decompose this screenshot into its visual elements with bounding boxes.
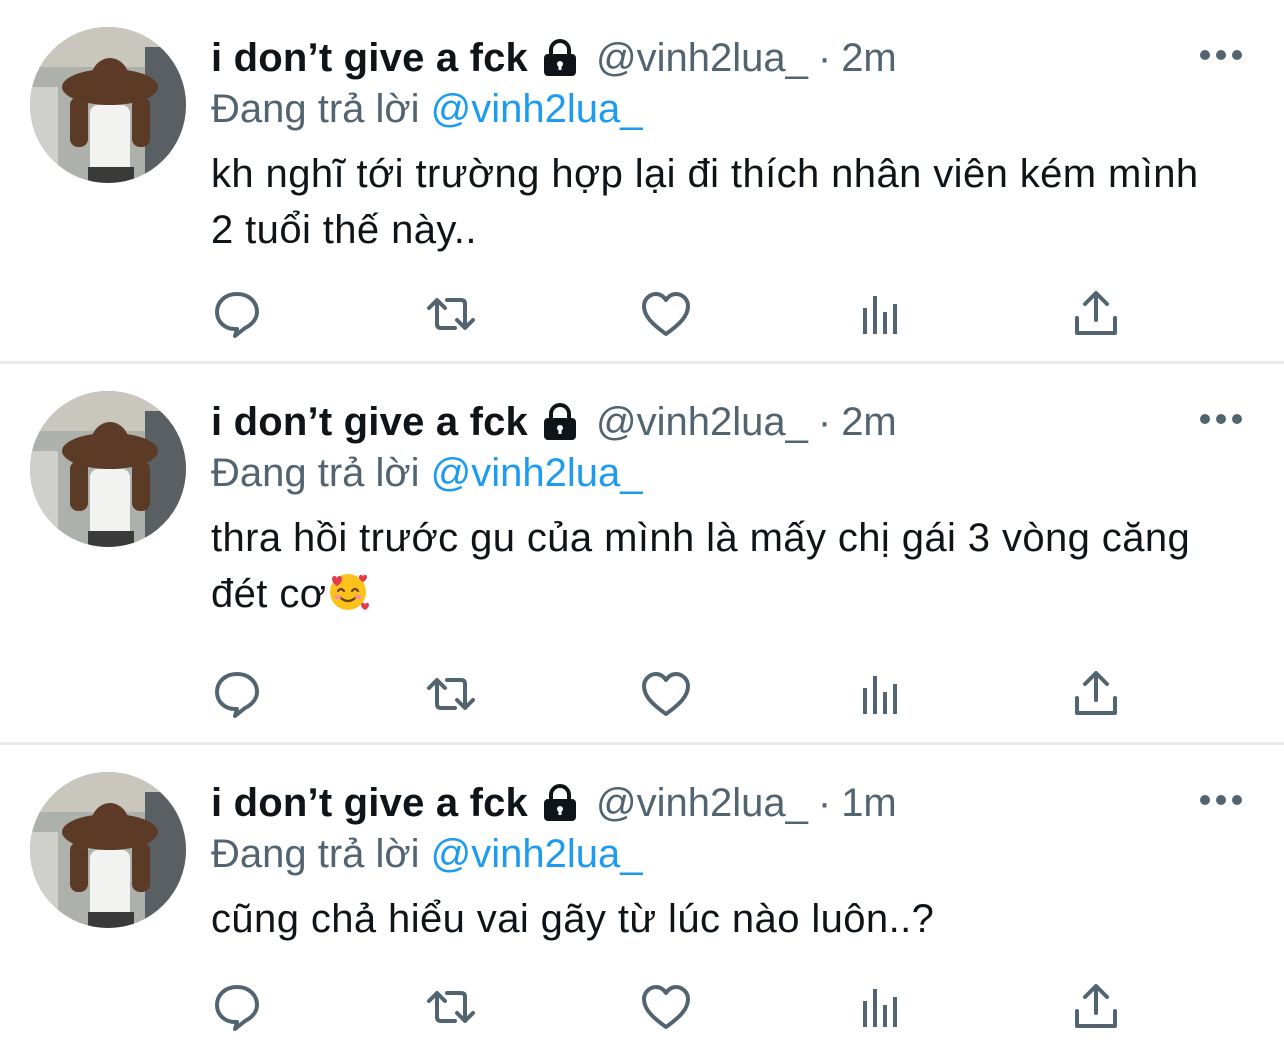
lock-icon <box>540 783 580 823</box>
lock-icon <box>540 402 580 442</box>
user-handle[interactable]: @vinh2lua_ <box>596 781 808 826</box>
more-icon[interactable] <box>1198 404 1244 434</box>
avatar[interactable] <box>30 391 186 547</box>
reply-icon[interactable] <box>211 981 263 1033</box>
timestamp[interactable]: 2m <box>841 36 897 81</box>
lock-icon <box>540 38 580 78</box>
like-icon[interactable] <box>640 288 692 340</box>
like-icon[interactable] <box>640 668 692 720</box>
display-name[interactable]: i don’t give a fck <box>211 36 528 81</box>
retweet-icon[interactable] <box>425 981 477 1033</box>
separator-dot: · <box>817 35 832 80</box>
tweet[interactable]: i don’t give a fck @vinh2lua_ · 2m Đang … <box>0 0 1284 364</box>
reply-context: Đang trả lời @vinh2lua_ <box>211 84 1244 134</box>
tweet-text: cũng chả hiểu vai gãy từ lúc nào luôn..? <box>211 891 1201 947</box>
separator-dot: · <box>817 399 832 444</box>
tweet-text: thra hồi trước gu của mình là mấy chị gá… <box>211 510 1201 622</box>
reply-prefix: Đang trả lời <box>211 451 431 495</box>
reply-prefix: Đang trả lời <box>211 832 431 876</box>
user-handle[interactable]: @vinh2lua_ <box>596 400 808 445</box>
tweet-actions <box>211 981 1121 1033</box>
separator-dot: · <box>817 780 832 825</box>
avatar[interactable] <box>30 27 186 183</box>
reply-context: Đang trả lời @vinh2lua_ <box>211 448 1244 498</box>
tweet-text-content: kh nghĩ tới trường hợp lại đi thích nhân… <box>211 152 1199 252</box>
views-icon[interactable] <box>855 981 907 1033</box>
views-icon[interactable] <box>855 288 907 340</box>
display-name[interactable]: i don’t give a fck <box>211 781 528 826</box>
tweet-actions <box>211 668 1121 720</box>
tweet-actions <box>211 288 1121 340</box>
reply-icon[interactable] <box>211 668 263 720</box>
reply-context: Đang trả lời @vinh2lua_ <box>211 829 1244 879</box>
smiling-face-with-hearts-icon <box>326 569 370 613</box>
share-icon[interactable] <box>1070 288 1122 340</box>
reply-icon[interactable] <box>211 288 263 340</box>
tweet-feed: i don’t give a fck @vinh2lua_ · 2m Đang … <box>0 0 1284 1056</box>
tweet[interactable]: i don’t give a fck @vinh2lua_ · 2m Đang … <box>0 364 1284 745</box>
timestamp[interactable]: 1m <box>841 781 897 826</box>
more-icon[interactable] <box>1198 785 1244 815</box>
reply-mention-link[interactable]: @vinh2lua_ <box>431 832 643 876</box>
tweet[interactable]: i don’t give a fck @vinh2lua_ · 1m Đang … <box>0 745 1284 1056</box>
timestamp[interactable]: 2m <box>841 400 897 445</box>
retweet-icon[interactable] <box>425 668 477 720</box>
more-icon[interactable] <box>1198 40 1244 70</box>
like-icon[interactable] <box>640 981 692 1033</box>
share-icon[interactable] <box>1070 981 1122 1033</box>
views-icon[interactable] <box>855 668 907 720</box>
reply-prefix: Đang trả lời <box>211 87 431 131</box>
display-name[interactable]: i don’t give a fck <box>211 400 528 445</box>
share-icon[interactable] <box>1070 668 1122 720</box>
reply-mention-link[interactable]: @vinh2lua_ <box>431 87 643 131</box>
tweet-text-content: cũng chả hiểu vai gãy từ lúc nào luôn..? <box>211 897 935 941</box>
retweet-icon[interactable] <box>425 288 477 340</box>
user-handle[interactable]: @vinh2lua_ <box>596 36 808 81</box>
avatar[interactable] <box>30 772 186 928</box>
tweet-text: kh nghĩ tới trường hợp lại đi thích nhân… <box>211 146 1201 258</box>
reply-mention-link[interactable]: @vinh2lua_ <box>431 451 643 495</box>
